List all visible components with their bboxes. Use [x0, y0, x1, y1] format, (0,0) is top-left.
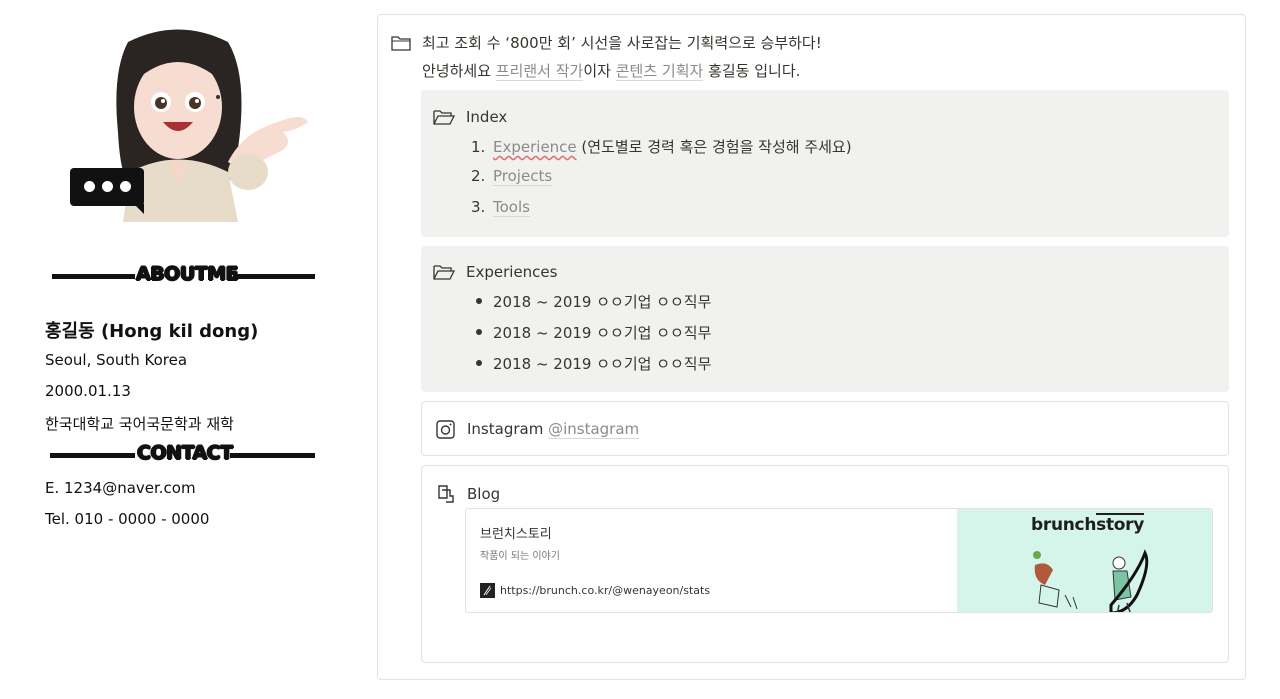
contact-heading: CONTACT [50, 442, 315, 468]
index-num-2: 2. [471, 167, 486, 185]
profile-location: Seoul, South Korea [45, 351, 188, 369]
index-item-experience: 1. Experience (연도별로 경력 혹은 경험을 작성해 주세요) [471, 136, 852, 157]
headline: 최고 조회 수 ‘800만 회’ 시선을 사로잡는 기획력으로 승부하다! [422, 34, 822, 52]
bookmark-description: 작품이 되는 이야기 [480, 551, 560, 562]
content-planner-link[interactable]: 콘텐츠 기획자 [615, 62, 704, 81]
profile-email: E. 1234@naver.com [45, 479, 196, 497]
experience-text: 2018 ~ 2019 ㅇㅇ기업 ㅇㅇ직무 [493, 355, 712, 373]
profile-column: ABOUTME 홍길동 (Hong kil dong) Seoul, South… [0, 0, 360, 699]
contact-heading-text: CONTACT [137, 442, 233, 464]
experience-link[interactable]: Experience [493, 138, 577, 156]
experience-note: (연도별로 경력 혹은 경험을 작성해 주세요) [576, 138, 852, 156]
bookmark-title: 브런치스토리 [480, 527, 552, 542]
brunch-favicon-icon [480, 583, 495, 598]
instagram-row: Instagram @instagram [467, 420, 640, 439]
brunchstory-logo: brunchstory [1031, 513, 1145, 535]
tools-link[interactable]: Tools [493, 198, 530, 217]
open-folder-icon [433, 265, 455, 280]
projects-link[interactable]: Projects [493, 167, 553, 186]
intro-text: 안녕하세요 프리랜서 작가이자 콘텐츠 기획자 홍길동 입니다. [422, 60, 800, 81]
about-heading: ABOUTME [50, 263, 315, 289]
experience-item: 2018 ~ 2019 ㅇㅇ기업 ㅇㅇ직무 [476, 291, 712, 312]
about-heading-text: ABOUTME [136, 263, 239, 285]
intro-part-3: 홍길동 입니다. [703, 62, 801, 80]
experiences-title: Experiences [466, 263, 558, 281]
index-num-1: 1. [471, 138, 486, 156]
index-item-projects: 2. Projects [471, 167, 553, 186]
experience-item: 2018 ~ 2019 ㅇㅇ기업 ㅇㅇ직무 [476, 322, 712, 343]
experience-text: 2018 ~ 2019 ㅇㅇ기업 ㅇㅇ직무 [493, 293, 712, 311]
index-num-3: 3. [471, 198, 486, 216]
profile-school: 한국대학교 국어국문학과 재학 [45, 415, 234, 433]
brand-part-2: story [1096, 513, 1145, 535]
chat-bubble-icon [70, 168, 144, 214]
experience-item: 2018 ~ 2019 ㅇㅇ기업 ㅇㅇ직무 [476, 353, 712, 374]
index-callout: Index 1. Experience (연도별로 경력 혹은 경험을 작성해 주… [421, 90, 1229, 237]
index-title: Index [466, 108, 508, 126]
folder-icon [391, 36, 411, 51]
blog-icon [438, 485, 454, 503]
instagram-link[interactable]: @instagram [548, 420, 640, 439]
instagram-icon [436, 420, 455, 439]
freelancer-link[interactable]: 프리랜서 작가 [495, 62, 584, 81]
brand-part-1: brunch [1031, 515, 1097, 535]
experience-text: 2018 ~ 2019 ㅇㅇ기업 ㅇㅇ직무 [493, 324, 712, 342]
experiences-callout: Experiences 2018 ~ 2019 ㅇㅇ기업 ㅇㅇ직무 2018 ~… [421, 246, 1229, 392]
profile-birth: 2000.01.13 [45, 382, 131, 400]
blog-title: Blog [467, 485, 501, 503]
open-folder-icon [433, 110, 455, 125]
profile-name: 홍길동 (Hong kil dong) [45, 321, 259, 342]
bookmark-url[interactable]: https://brunch.co.kr/@wenayeon/stats [500, 584, 710, 597]
brunch-bookmark[interactable]: 브런치스토리 작품이 되는 이야기 https://brunch.co.kr/@… [465, 508, 1213, 613]
intro-part-2: 이자 [583, 62, 616, 80]
profile-tel: Tel. 010 - 0000 - 0000 [45, 510, 210, 528]
illustration [1033, 549, 1149, 612]
instagram-callout: Instagram @instagram [421, 401, 1229, 456]
bookmark-thumbnail: brunchstory [957, 509, 1212, 612]
intro-part-1: 안녕하세요 [422, 62, 496, 80]
index-item-tools: 3. Tools [471, 198, 530, 217]
instagram-label: Instagram [467, 420, 549, 438]
